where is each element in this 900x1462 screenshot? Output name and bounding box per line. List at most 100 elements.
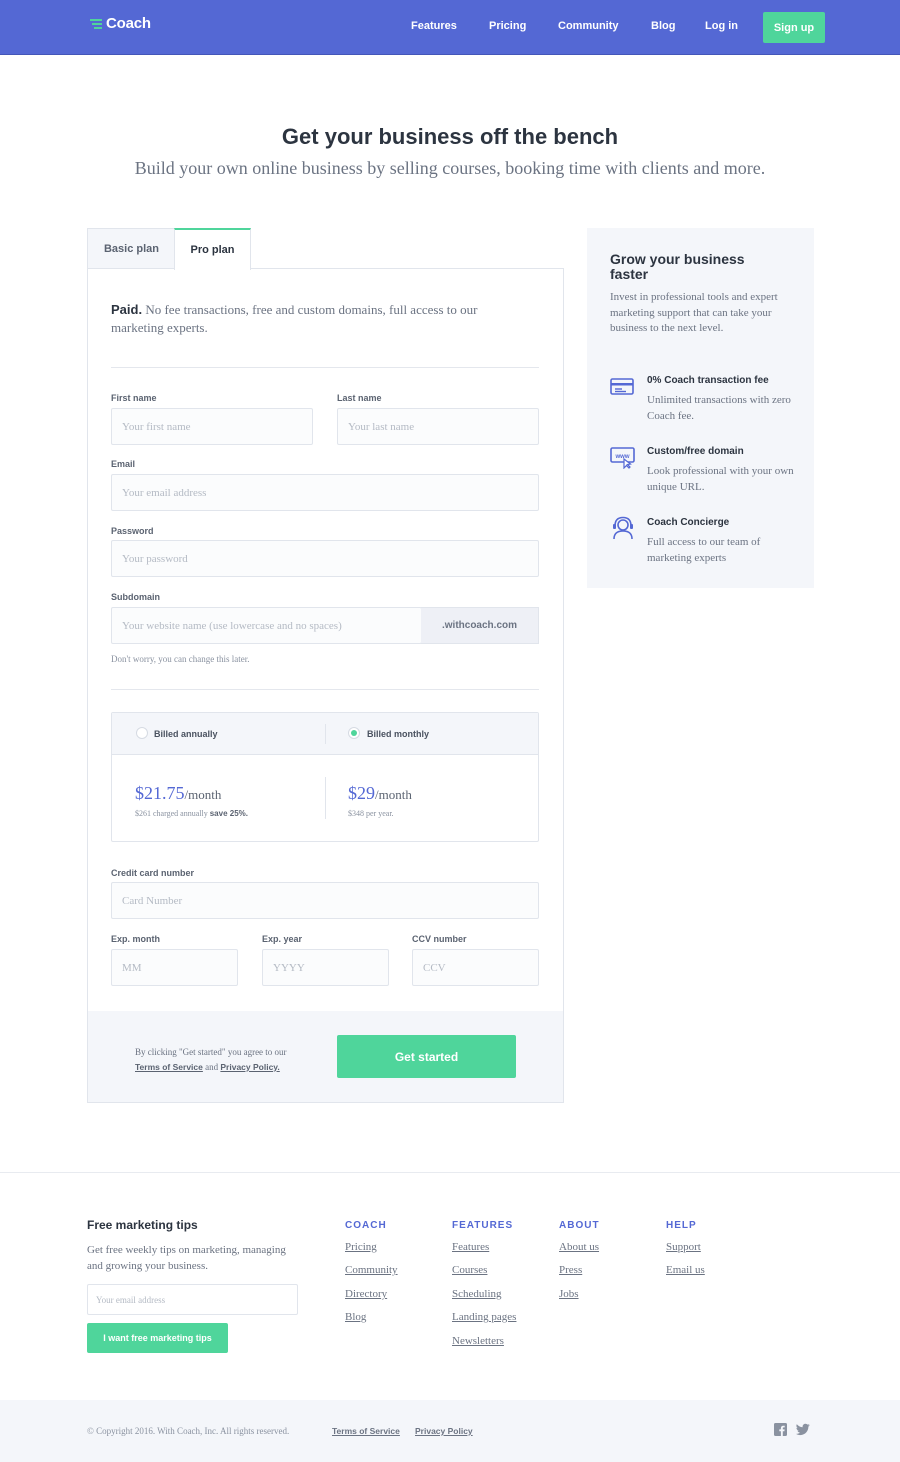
newsletter-submit-button[interactable]: I want free marketing tips	[87, 1323, 228, 1353]
ccv-input[interactable]: CCV	[412, 949, 539, 986]
annual-note-text: $261 charged annually	[135, 809, 210, 818]
plan-description: Paid. No fee transactions, free and cust…	[111, 301, 531, 337]
plan-description-text: No fee transactions, free and custom dom…	[111, 302, 478, 335]
feature-text: Unlimited transactions with zero Coach f…	[647, 394, 791, 422]
nav-blog[interactable]: Blog	[651, 20, 675, 32]
feature-text: Full access to our team of marketing exp…	[647, 536, 761, 564]
terms-link[interactable]: Terms of Service	[135, 1062, 203, 1072]
footer-link[interactable]: Pricing	[345, 1241, 377, 1253]
billed-monthly-label[interactable]: Billed monthly	[367, 729, 429, 739]
divider	[111, 689, 539, 690]
headset-icon	[613, 516, 633, 540]
subdomain-input[interactable]: Your website name (use lowercase and no …	[111, 607, 422, 644]
feature-text: Look professional with your own unique U…	[647, 465, 794, 493]
footer-link[interactable]: Press	[559, 1264, 582, 1276]
first-name-input[interactable]: Your first name	[111, 408, 313, 445]
copyright: © Copyright 2016. With Coach, Inc. All r…	[87, 1426, 290, 1436]
monthly-price-note: $348 per year.	[348, 809, 394, 818]
footer-link[interactable]: Community	[345, 1264, 398, 1276]
svg-text:www: www	[614, 454, 629, 460]
monthly-price-period: /month	[375, 787, 412, 802]
footer-link[interactable]: Support	[666, 1241, 701, 1253]
subdomain-suffix: .withcoach.com	[421, 607, 539, 644]
billing-toggle: Billed annually Billed monthly	[112, 713, 538, 755]
footer-heading-coach: COACH	[345, 1220, 387, 1231]
feature-title: Coach Concierge	[647, 517, 730, 528]
exp-year-input[interactable]: YYYY	[262, 949, 389, 986]
billed-annually-label[interactable]: Billed annually	[154, 729, 218, 739]
top-navbar: Coach Features Pricing Community Blog Lo…	[0, 0, 900, 55]
privacy-link[interactable]: Privacy Policy.	[220, 1062, 279, 1072]
page-title: Get your business off the bench	[281, 124, 619, 149]
divider	[111, 367, 539, 368]
newsletter-title: Free marketing tips	[87, 1218, 198, 1232]
billed-monthly-radio[interactable]	[348, 727, 360, 739]
first-name-label: First name	[111, 393, 157, 403]
annual-price-note: $261 charged annually save 25%.	[135, 809, 248, 818]
password-label: Password	[111, 526, 154, 536]
monthly-price: $29/month	[348, 783, 412, 804]
newsletter-text: Get free weekly tips on marketing, manag…	[87, 1244, 286, 1272]
footer-link[interactable]: Jobs	[559, 1288, 579, 1300]
benefits-text: Invest in professional tools and expert …	[610, 291, 778, 334]
signup-button[interactable]: Sign up	[763, 12, 825, 43]
footer-heading-about: ABOUT	[559, 1220, 600, 1231]
last-name-input[interactable]: Your last name	[337, 408, 539, 445]
coach-logo[interactable]: Coach	[90, 15, 151, 32]
terms-agreement: By clicking "Get started" you agree to o…	[135, 1045, 287, 1075]
card-number-input[interactable]: Card Number	[111, 882, 539, 919]
divider	[325, 724, 326, 744]
footer-terms-link[interactable]: Terms of Service	[332, 1426, 400, 1436]
tab-pro-plan[interactable]: Pro plan	[174, 228, 251, 270]
annual-price-period: /month	[184, 787, 222, 802]
footer-link[interactable]: Directory	[345, 1288, 387, 1300]
credit-card-icon	[610, 378, 634, 395]
footer-link[interactable]: Features	[452, 1241, 489, 1253]
footer-divider	[0, 1172, 900, 1173]
divider	[325, 777, 326, 819]
footer-link[interactable]: Email us	[666, 1264, 705, 1276]
logo-text: Coach	[106, 15, 151, 32]
nav-features[interactable]: Features	[411, 20, 457, 32]
exp-month-input[interactable]: MM	[111, 949, 238, 986]
exp-year-label: Exp. year	[262, 934, 303, 944]
nav-community[interactable]: Community	[558, 20, 619, 32]
subdomain-label: Subdomain	[111, 592, 160, 602]
footer-link[interactable]: Newsletters	[452, 1335, 504, 1347]
exp-month-label: Exp. month	[111, 934, 160, 944]
benefits-title: Grow your business faster	[610, 251, 745, 282]
tab-basic-plan[interactable]: Basic plan	[87, 228, 175, 269]
subdomain-hint: Don't worry, you can change this later.	[111, 654, 250, 664]
footer-link[interactable]: Blog	[345, 1311, 366, 1323]
nav-login[interactable]: Log in	[705, 20, 738, 32]
newsletter-email-input[interactable]: Your email address	[87, 1284, 298, 1315]
billed-annually-radio[interactable]	[136, 727, 148, 739]
nav-pricing[interactable]: Pricing	[489, 20, 526, 32]
email-label: Email	[111, 459, 136, 469]
plan-description-bold: Paid.	[111, 302, 143, 317]
footer-heading-features: FEATURES	[452, 1220, 514, 1231]
email-input[interactable]: Your email address	[111, 474, 539, 511]
ccv-label: CCV number	[412, 934, 467, 944]
page-subtitle: Build your own online business by sellin…	[134, 158, 766, 178]
logo-lines-icon	[90, 18, 102, 29]
feature-title: Custom/free domain	[647, 446, 744, 457]
get-started-button[interactable]: Get started	[337, 1035, 516, 1078]
footer-heading-help: HELP	[666, 1220, 697, 1231]
twitter-icon[interactable]	[796, 1423, 810, 1436]
www-domain-icon: www	[610, 447, 635, 469]
monthly-price-amount: $29	[348, 783, 375, 803]
billing-options: Billed annually Billed monthly $21.75/mo…	[111, 712, 539, 842]
password-input[interactable]: Your password	[111, 540, 539, 577]
annual-price: $21.75/month	[135, 783, 221, 804]
agree-and: and	[202, 1062, 221, 1072]
footer-privacy-link[interactable]: Privacy Policy	[415, 1426, 473, 1436]
feature-title: 0% Coach transaction fee	[647, 375, 769, 386]
facebook-icon[interactable]	[774, 1423, 787, 1436]
agree-text: By clicking "Get started" you agree to o…	[135, 1047, 287, 1057]
last-name-label: Last name	[337, 393, 382, 403]
footer-link[interactable]: Landing pages	[452, 1311, 516, 1323]
footer-link[interactable]: Scheduling	[452, 1288, 502, 1300]
footer-link[interactable]: Courses	[452, 1264, 487, 1276]
footer-link[interactable]: About us	[559, 1241, 599, 1253]
